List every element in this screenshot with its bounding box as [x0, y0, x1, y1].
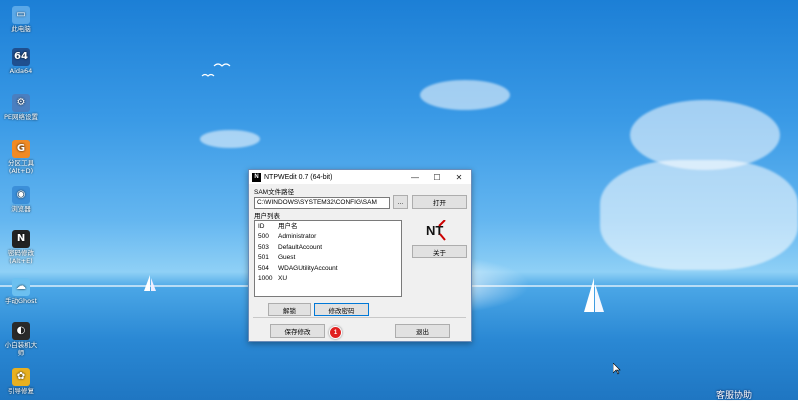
partition-tool-icon: G	[12, 140, 30, 158]
user-id: 501	[258, 254, 269, 261]
user-list-label: 用户列表	[254, 213, 280, 220]
user-name: Administrator	[278, 233, 317, 240]
desktop-icon-computer[interactable]: ▭ 此电脑	[0, 6, 42, 33]
exit-button[interactable]: 退出	[395, 324, 450, 338]
installer-icon: ◐	[12, 322, 30, 340]
close-button[interactable]: ✕	[448, 170, 470, 184]
ghost-icon: ☁	[12, 278, 30, 296]
network-icon: ⚙	[12, 94, 30, 112]
minimize-button[interactable]: —	[404, 170, 426, 184]
user-list-header: ID 用户名	[255, 221, 401, 232]
desktop-icon-label: 浏览器	[11, 205, 31, 213]
desktop-icon-label: 引导修复	[8, 387, 34, 395]
desktop-icon-label: PE网络设置	[3, 113, 39, 121]
desktop-icon-label: 密码修改 (Alt+E)	[8, 249, 34, 265]
user-id: 503	[258, 243, 269, 251]
desktop-icon-label: 此电脑	[11, 25, 31, 33]
column-header-id[interactable]: ID	[255, 221, 278, 232]
desktop-icon-ghost[interactable]: ☁ 手动Ghost	[0, 278, 42, 305]
divider	[253, 317, 466, 318]
desktop-icon-label: Aida64	[9, 67, 33, 75]
desktop-icon-browser[interactable]: ◉ 浏览器	[0, 186, 42, 213]
step-badge: 1	[329, 326, 342, 339]
user-row[interactable]: 503 DefaultAccount	[255, 243, 401, 254]
sailboat-right-icon	[584, 278, 604, 312]
save-changes-button[interactable]: 保存修改	[270, 324, 325, 338]
desktop-icon-label: 小白装机大 师	[4, 341, 38, 357]
mouse-cursor-icon	[613, 363, 621, 375]
about-button[interactable]: 关于	[412, 245, 467, 258]
desktop-icon-network[interactable]: ⚙ PE网络设置	[0, 94, 42, 121]
desktop-icon-label: 分区工具 (Alt+D)	[8, 159, 34, 175]
desktop-icon-partition-tool[interactable]: G 分区工具 (Alt+D)	[0, 140, 42, 175]
ntpwedit-app-icon: N	[252, 172, 261, 182]
user-row[interactable]: 501 Guest	[255, 253, 401, 264]
user-name: Guest	[278, 254, 296, 261]
ntpwedit-logo-icon: NT	[426, 220, 446, 241]
desktop-icon-label: 手动Ghost	[4, 297, 38, 305]
unlock-button[interactable]: 解锁	[268, 303, 311, 316]
desktop-icon-boot-repair[interactable]: ✿ 引导修复	[0, 368, 42, 395]
user-row[interactable]: 504 WDAGUtilityAccount	[255, 264, 401, 275]
birds-icon	[201, 63, 231, 77]
user-name: XU	[278, 275, 288, 282]
sailboat-left-icon	[144, 275, 156, 291]
maximize-button[interactable]: ☐	[426, 170, 448, 184]
user-id: 504	[258, 264, 269, 272]
change-password-button[interactable]: 修改密码	[314, 303, 369, 316]
ntpwedit-window: N NTPWEdit 0.7 (64-bit) — ☐ ✕ SAM文件路径 C:…	[248, 169, 472, 342]
password-tool-icon: N	[12, 230, 30, 248]
title-bar[interactable]: N NTPWEdit 0.7 (64-bit) — ☐ ✕	[249, 170, 471, 184]
user-list[interactable]: ID 用户名 500 Administrator 503 DefaultAccount…	[254, 220, 402, 297]
boot-repair-icon: ✿	[12, 368, 30, 386]
column-header-username[interactable]: 用户名	[278, 221, 401, 232]
open-button[interactable]: 打开	[412, 195, 467, 209]
user-id: 500	[258, 233, 269, 240]
cloud	[200, 130, 260, 148]
window-title: NTPWEdit 0.7 (64-bit)	[264, 173, 333, 181]
user-name: DefaultAccount	[278, 243, 323, 251]
desktop-icon-installer[interactable]: ◐ 小白装机大 师	[0, 322, 42, 357]
user-name: WDAGUtilityAccount	[278, 264, 338, 272]
sam-path-input[interactable]: C:\WINDOWS\SYSTEM32\CONFIG\SAM	[254, 197, 390, 209]
browse-button[interactable]: ...	[393, 195, 408, 209]
cloud	[600, 160, 798, 270]
sam-path-label: SAM文件路径	[254, 189, 295, 196]
user-row[interactable]: 500 Administrator	[255, 232, 401, 243]
computer-icon: ▭	[12, 6, 30, 24]
user-row[interactable]: 1000 XU	[255, 274, 401, 285]
cloud	[420, 80, 510, 110]
desktop-icon-aida64[interactable]: 64 Aida64	[0, 48, 42, 75]
browser-icon: ◉	[12, 186, 30, 204]
desktop-icon-password-tool[interactable]: N 密码修改 (Alt+E)	[0, 230, 42, 265]
customer-help-label[interactable]: 客服协助	[716, 388, 752, 401]
aida64-icon: 64	[12, 48, 30, 66]
user-id: 1000	[258, 275, 273, 282]
